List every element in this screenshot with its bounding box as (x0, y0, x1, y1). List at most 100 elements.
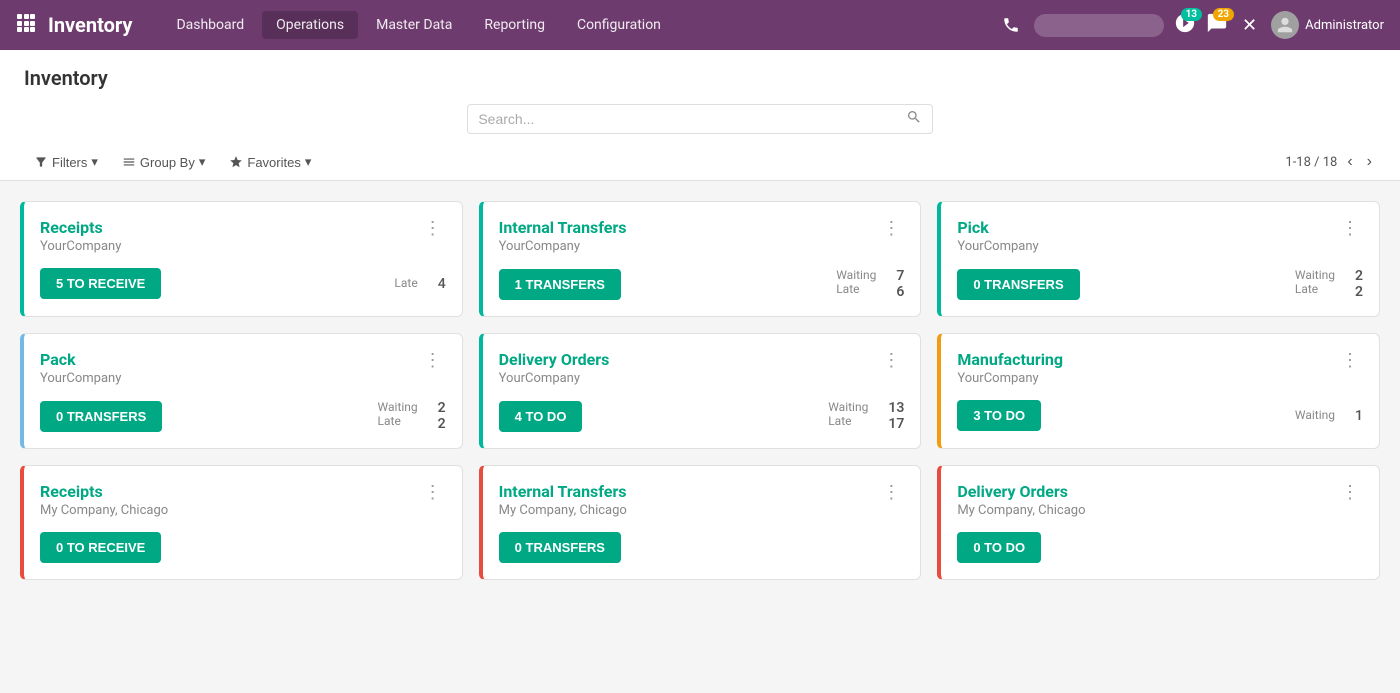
messages-badge-btn[interactable]: 13 (1174, 12, 1196, 38)
search-input[interactable] (478, 111, 905, 127)
card-stats: Waiting Late 7 6 (836, 268, 904, 300)
stat-values: 13 17 (888, 400, 904, 432)
close-icon[interactable]: ✕ (1238, 11, 1261, 40)
main-content: Receipts YourCompany ⋮ 5 TO RECEIVE Late… (0, 181, 1400, 600)
filter-buttons: Filters ▾ Group By ▾ Favorites ▾ (24, 150, 321, 174)
grid-icon[interactable] (16, 13, 36, 37)
card-stats: Late 4 (394, 276, 445, 292)
search-icon[interactable] (906, 109, 922, 129)
card-title[interactable]: Pick (957, 218, 1038, 237)
card-header: Internal Transfers YourCompany ⋮ (499, 218, 905, 254)
card-menu-button[interactable]: ⋮ (420, 482, 446, 503)
topnav-search-input[interactable] (1034, 14, 1164, 37)
favorites-button[interactable]: Favorites ▾ (219, 150, 321, 174)
stat-values: 7 6 (896, 268, 904, 300)
groupby-button[interactable]: Group By ▾ (112, 150, 215, 174)
card-stats: Waiting Late 2 2 (378, 400, 446, 432)
card-company: YourCompany (957, 239, 1038, 254)
card-manufacturing-yourcompany: Manufacturing YourCompany ⋮ 3 TO DO Wait… (937, 333, 1380, 449)
stat-values: 2 2 (1355, 268, 1363, 300)
main-menu: Dashboard Operations Master Data Reporti… (162, 11, 998, 39)
card-stats: Waiting Late 2 2 (1295, 268, 1363, 300)
card-body: 1 TRANSFERS Waiting Late 7 6 (499, 268, 905, 300)
filters-button[interactable]: Filters ▾ (24, 150, 108, 174)
card-body: 4 TO DO Waiting Late 13 17 (499, 400, 905, 432)
nav-dashboard[interactable]: Dashboard (162, 11, 258, 39)
card-action-button[interactable]: 1 TRANSFERS (499, 269, 621, 300)
nav-configuration[interactable]: Configuration (563, 11, 675, 39)
card-action-button[interactable]: 4 TO DO (499, 401, 583, 432)
card-menu-button[interactable]: ⋮ (1337, 350, 1363, 371)
card-receipts-yourcompany: Receipts YourCompany ⋮ 5 TO RECEIVE Late… (20, 201, 463, 317)
card-action-button[interactable]: 0 TRANSFERS (957, 269, 1079, 300)
app-brand: Inventory (48, 13, 132, 37)
card-menu-button[interactable]: ⋮ (878, 350, 904, 371)
top-navigation: Inventory Dashboard Operations Master Da… (0, 0, 1400, 50)
card-stats: Waiting Late 13 17 (828, 400, 904, 432)
card-internal-transfers-yourcompany: Internal Transfers YourCompany ⋮ 1 TRANS… (479, 201, 922, 317)
phone-icon[interactable] (998, 12, 1024, 38)
card-title[interactable]: Receipts (40, 482, 168, 501)
card-action-button[interactable]: 3 TO DO (957, 400, 1041, 431)
stat-labels: Waiting Late (836, 268, 876, 300)
admin-label: Administrator (1305, 18, 1384, 33)
pagination-text: 1-18 / 18 (1285, 155, 1337, 170)
pagination: 1-18 / 18 ‹ › (1285, 151, 1376, 173)
nav-reporting[interactable]: Reporting (470, 11, 559, 39)
card-body: 0 TRANSFERS Waiting Late 2 2 (40, 400, 446, 432)
card-header: Manufacturing YourCompany ⋮ (957, 350, 1363, 386)
subheader: Inventory Filters ▾ Group By ▾ Favorites… (0, 50, 1400, 181)
card-action-button[interactable]: 0 TO RECEIVE (40, 532, 161, 563)
card-company: YourCompany (499, 239, 627, 254)
card-body: 0 TO RECEIVE (40, 532, 446, 563)
stat-labels: Waiting Late (1295, 268, 1335, 300)
card-header: Receipts YourCompany ⋮ (40, 218, 446, 254)
card-menu-button[interactable]: ⋮ (878, 218, 904, 239)
card-title[interactable]: Internal Transfers (499, 218, 627, 237)
card-title[interactable]: Internal Transfers (499, 482, 627, 501)
stat-labels: Waiting Late (378, 400, 418, 432)
card-action-button[interactable]: 0 TRANSFERS (499, 532, 621, 563)
card-company: My Company, Chicago (957, 503, 1085, 518)
card-menu-button[interactable]: ⋮ (1337, 482, 1363, 503)
admin-menu[interactable]: Administrator (1271, 11, 1384, 39)
messages-badge: 13 (1181, 8, 1202, 21)
chat-badge: 23 (1213, 8, 1234, 21)
stat-label: Late (394, 276, 417, 292)
card-menu-button[interactable]: ⋮ (1337, 218, 1363, 239)
card-company: YourCompany (957, 371, 1063, 386)
card-title[interactable]: Delivery Orders (499, 350, 610, 369)
cards-grid: Receipts YourCompany ⋮ 5 TO RECEIVE Late… (20, 201, 1380, 580)
card-header: Pack YourCompany ⋮ (40, 350, 446, 386)
card-menu-button[interactable]: ⋮ (420, 350, 446, 371)
avatar (1271, 11, 1299, 39)
card-pick-yourcompany: Pick YourCompany ⋮ 0 TRANSFERS Waiting L… (937, 201, 1380, 317)
card-company: My Company, Chicago (40, 503, 168, 518)
card-body: 0 TRANSFERS (499, 532, 905, 563)
card-header: Delivery Orders YourCompany ⋮ (499, 350, 905, 386)
pagination-prev[interactable]: ‹ (1343, 151, 1356, 173)
card-delivery-orders-chicago: Delivery Orders My Company, Chicago ⋮ 0 … (937, 465, 1380, 580)
card-title[interactable]: Manufacturing (957, 350, 1063, 369)
card-body: 0 TRANSFERS Waiting Late 2 2 (957, 268, 1363, 300)
card-action-button[interactable]: 5 TO RECEIVE (40, 268, 161, 299)
search-row (24, 96, 1376, 142)
nav-masterdata[interactable]: Master Data (362, 11, 466, 39)
card-title[interactable]: Pack (40, 350, 121, 369)
card-title[interactable]: Delivery Orders (957, 482, 1085, 501)
pagination-next[interactable]: › (1363, 151, 1376, 173)
chat-badge-btn[interactable]: 23 (1206, 12, 1228, 38)
stat-labels: Waiting Late (828, 400, 868, 432)
card-pack-yourcompany: Pack YourCompany ⋮ 0 TRANSFERS Waiting L… (20, 333, 463, 449)
card-menu-button[interactable]: ⋮ (878, 482, 904, 503)
card-action-button[interactable]: 0 TO DO (957, 532, 1041, 563)
card-menu-button[interactable]: ⋮ (420, 218, 446, 239)
card-title[interactable]: Receipts (40, 218, 121, 237)
card-action-button[interactable]: 0 TRANSFERS (40, 401, 162, 432)
card-delivery-orders-yourcompany: Delivery Orders YourCompany ⋮ 4 TO DO Wa… (479, 333, 922, 449)
card-body: 0 TO DO (957, 532, 1363, 563)
card-header: Pick YourCompany ⋮ (957, 218, 1363, 254)
stat-value: 1 (1355, 408, 1363, 424)
nav-operations[interactable]: Operations (262, 11, 358, 39)
filters-row: Filters ▾ Group By ▾ Favorites ▾ 1-18 / … (24, 142, 1376, 180)
